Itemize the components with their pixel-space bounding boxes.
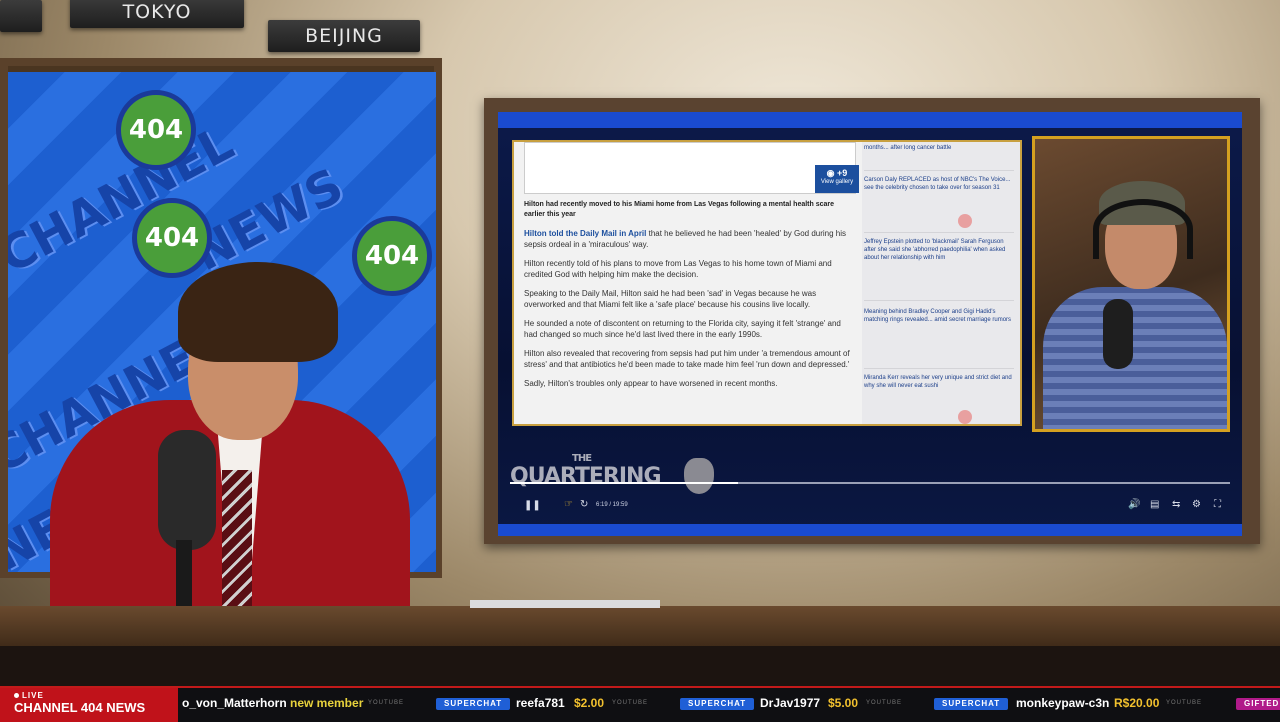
gallery-label: View gallery (820, 179, 854, 185)
city-plate-tokyo: TOKYO (70, 0, 244, 28)
news-article: ◉ +9 View gallery Hilton had recently mo… (512, 140, 1022, 426)
gifted-badge: GIFTED (1236, 698, 1280, 710)
ticker-username: DrJav1977 (760, 696, 821, 710)
city-plate-beijing: BEIJING (268, 20, 420, 52)
ticker-username: reefa781 (516, 696, 565, 710)
ticker-source: YOUTUBE (866, 700, 903, 706)
channel-404-logo: 404 (132, 198, 212, 278)
superchat-amount: $5.00 (828, 696, 859, 710)
microphone-icon (158, 430, 216, 550)
captions-icon[interactable]: ▤ (1150, 499, 1159, 510)
fullscreen-icon[interactable]: ⛶ (1214, 499, 1221, 510)
gallery-count: +9 (837, 168, 848, 178)
related-story-link[interactable]: Carson Daly REPLACED as host of NBC's Th… (864, 176, 1014, 233)
ticker-source: YOUTUBE (1166, 700, 1203, 706)
tv-bottom-bar (498, 524, 1242, 536)
video-progress-bar[interactable] (510, 482, 1230, 484)
progress-fill (510, 482, 738, 484)
article-paragraph: Hilton recently told of his plans to mov… (524, 259, 832, 279)
anchor-striped-tie (222, 470, 252, 610)
live-label: LIVE (22, 691, 44, 700)
logo-main-text: QUARTERING (510, 464, 661, 489)
ticker-new-member: new member (290, 696, 364, 710)
image-caption: Hilton had recently moved to his Miami h… (524, 201, 835, 218)
view-gallery-button[interactable]: ◉ +9 View gallery (815, 165, 859, 193)
volume-icon[interactable]: 🔊 (1128, 499, 1140, 510)
mic-stand (176, 540, 192, 610)
channel-404-logo: 404 (352, 216, 432, 296)
related-story-link[interactable]: Jeffrey Epstein plotted to 'blackmail' S… (864, 238, 1014, 301)
channel-404-logo: 404 (116, 90, 196, 170)
speed-icon[interactable]: ⇆ (1172, 499, 1180, 510)
ticker-username: o_von_Matterhorn (182, 696, 287, 710)
play-icon[interactable] (958, 214, 972, 228)
hand-cursor-icon: ☞ (564, 499, 573, 510)
city-plate-left-edge (0, 0, 42, 32)
video-controls: ❚❚ ☞ ↻ 6:19 / 19:59 🔊 ▤ ⇆ ⚙ ⛶ (498, 498, 1242, 522)
related-story-link[interactable]: Meaning behind Bradley Cooper and Gigi H… (864, 308, 1014, 369)
time-display: 6:19 / 19:59 (596, 502, 628, 508)
channel-brand: LIVE CHANNEL 404 NEWS (0, 688, 178, 722)
settings-icon[interactable]: ⚙ (1192, 499, 1201, 510)
ticker-source: YOUTUBE (612, 700, 649, 706)
news-ticker: LIVE CHANNEL 404 NEWS o_von_Matterhorn n… (0, 686, 1280, 722)
superchat-amount: R$20.00 (1114, 696, 1160, 710)
article-image-box: ◉ +9 View gallery (524, 142, 859, 194)
bearded-face-logo-icon (684, 458, 714, 494)
related-story-link[interactable]: Miranda Kerr reveals her very unique and… (864, 374, 1014, 424)
play-icon[interactable] (958, 410, 972, 424)
article-paragraph: Hilton also revealed that recovering fro… (524, 349, 850, 369)
tv-top-bar (498, 112, 1242, 128)
microphone-icon (1103, 299, 1133, 369)
tv-screen: ◉ +9 View gallery Hilton had recently mo… (498, 112, 1242, 536)
replay-icon[interactable]: ↻ (580, 499, 588, 510)
anchor-wig (178, 262, 338, 362)
live-indicator: LIVE (14, 691, 44, 700)
ticker-username: monkeypaw-c3n (1016, 696, 1110, 710)
superchat-badge: SUPERCHAT (680, 698, 755, 710)
news-desk (0, 606, 1280, 648)
daily-mail-link[interactable]: Hilton told the Daily Mail in April (524, 229, 646, 238)
logo-top-text: THE (572, 453, 592, 464)
pause-icon[interactable]: ❚❚ (524, 500, 541, 511)
superchat-amount: $2.00 (574, 696, 605, 710)
headphones-icon (1093, 199, 1193, 259)
guest-webcam (1032, 136, 1230, 432)
superchat-badge: SUPERCHAT (934, 698, 1009, 710)
article-paragraph: Speaking to the Daily Mail, Hilton said … (524, 289, 817, 309)
guest-plaid-shirt (1043, 287, 1227, 429)
related-story-link[interactable]: months... after long cancer battle (864, 144, 1014, 171)
article-paragraph: Hilton told the Daily Mail in April that… (524, 228, 854, 250)
desk-front (0, 646, 1280, 688)
channel-name: CHANNEL 404 NEWS (14, 700, 146, 715)
live-dot-icon (14, 693, 19, 699)
article-paragraph: Sadly, Hilton's troubles only appear to … (524, 379, 778, 388)
camera-icon: ◉ (826, 168, 835, 178)
superchat-badge: SUPERCHAT (436, 698, 511, 710)
article-body: Hilton had recently moved to his Miami h… (524, 200, 854, 397)
related-stories-sidebar: months... after long cancer battle Carso… (862, 142, 1020, 424)
desk-papers (470, 600, 660, 608)
ticker-source: YOUTUBE (368, 700, 405, 706)
article-paragraph: He sounded a note of discontent on retur… (524, 319, 841, 339)
